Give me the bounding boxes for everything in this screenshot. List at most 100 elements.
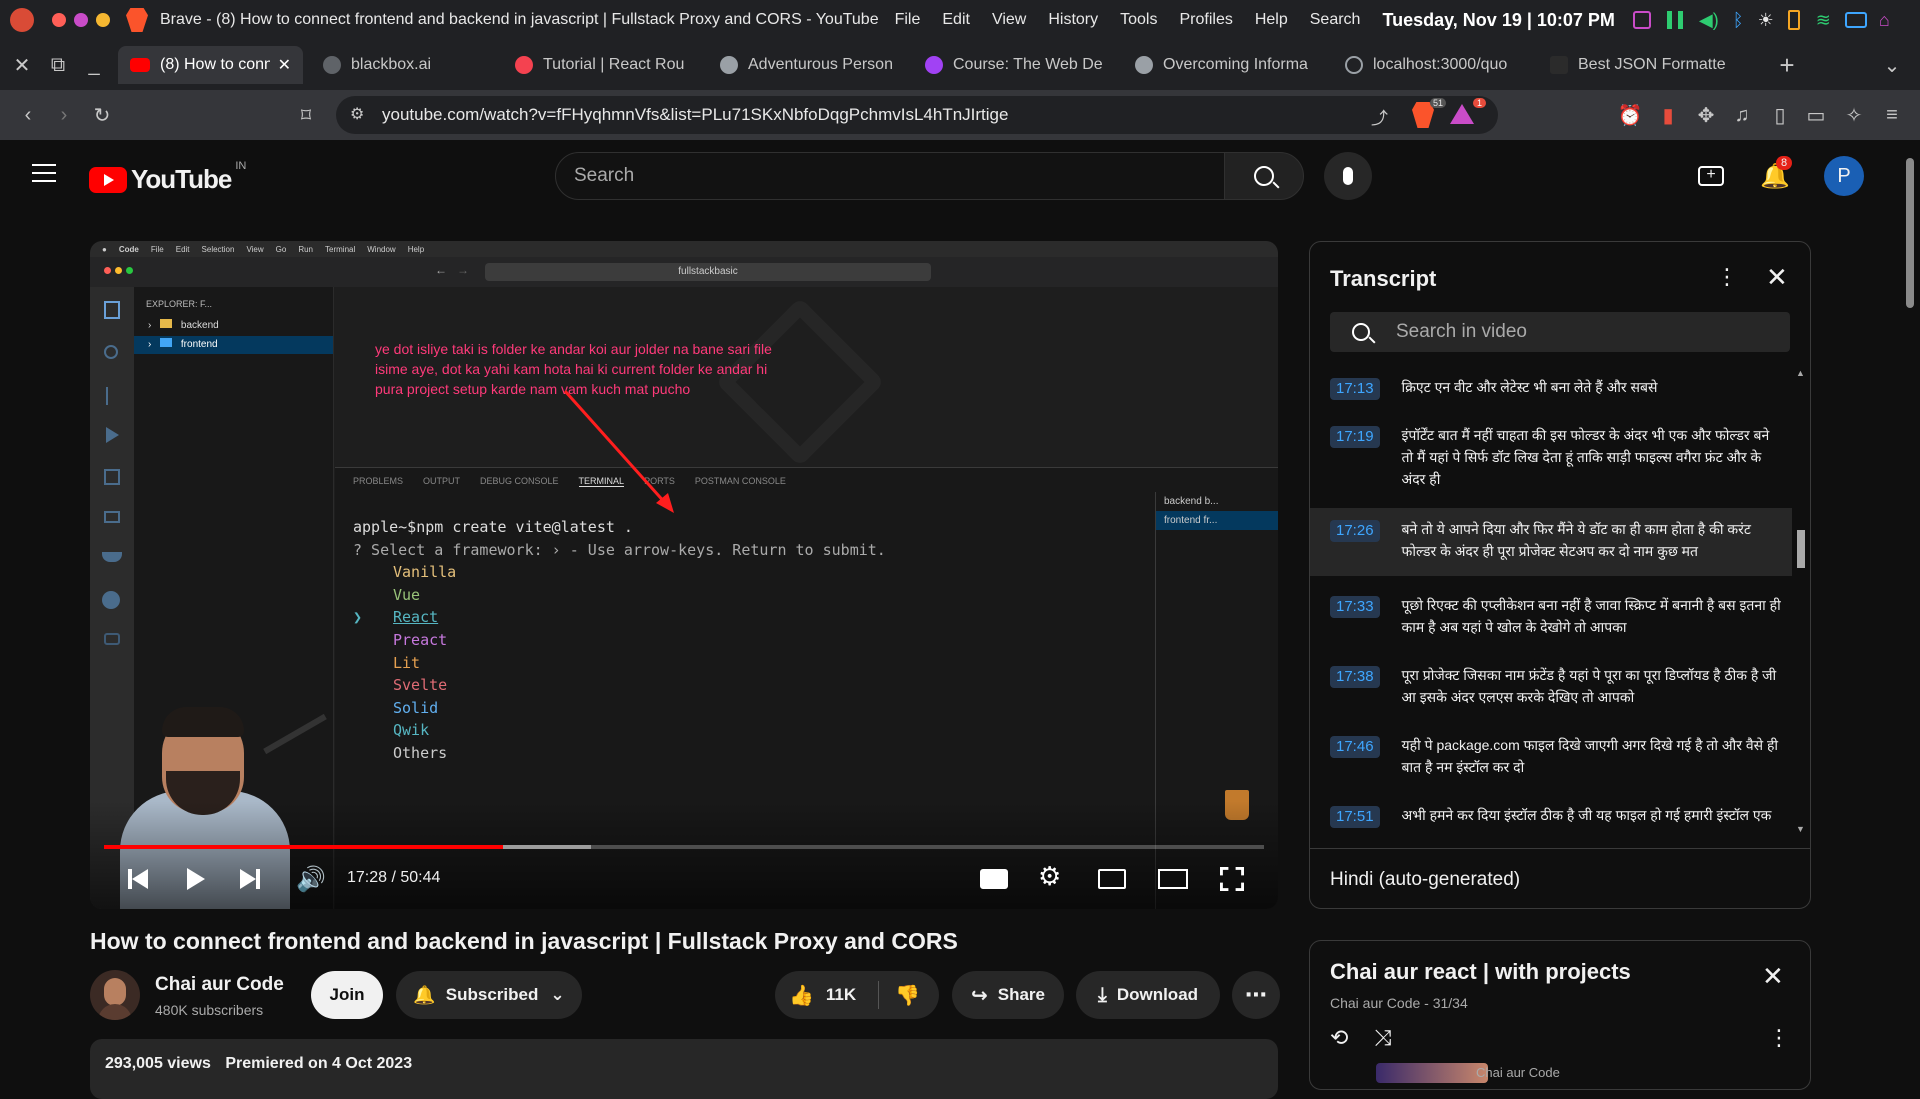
channel-name[interactable]: Chai aur Code — [155, 974, 284, 996]
close-icon[interactable]: ✕ — [1762, 961, 1784, 992]
site-info-icon[interactable]: ⚙ — [350, 104, 364, 124]
scroll-up-arrow-icon[interactable]: ▲ — [1796, 368, 1805, 378]
tab-close-icon[interactable]: ✕ — [278, 55, 291, 75]
window-close-dot[interactable] — [52, 13, 66, 27]
volume-icon[interactable]: 🔊 — [296, 865, 326, 894]
description-box[interactable]: 293,005 views Premiered on 4 Oct 2023 — [90, 1039, 1278, 1099]
kebab-menu-icon[interactable]: ⋮ — [1768, 1025, 1790, 1051]
url-text[interactable]: youtube.com/watch?v=fFHyqhmnVfs&list=PLu… — [382, 105, 1008, 125]
subscribed-button[interactable]: 🔔 Subscribed ⌄ — [396, 971, 582, 1019]
transcript-search-input[interactable]: Search in video — [1330, 312, 1790, 352]
youtube-logo[interactable]: YouTube IN — [89, 160, 246, 195]
scrollbar-thumb[interactable] — [1906, 158, 1914, 308]
download-button[interactable]: ⤓ Download — [1076, 971, 1220, 1019]
loop-icon[interactable]: ⟲ — [1330, 1025, 1348, 1051]
alarm-extension-icon[interactable]: ⏰ — [1612, 97, 1648, 133]
tab-overcoming[interactable]: Overcoming Informa — [1123, 46, 1333, 84]
create-video-icon[interactable]: + — [1698, 166, 1724, 186]
transcript-segment[interactable]: 17:33 पूछो रिएक्ट की एप्लीकेशन बना नहीं … — [1310, 594, 1790, 638]
address-bar[interactable]: ⚙ youtube.com/watch?v=fFHyqhmnVfs&list=P… — [336, 96, 1498, 134]
progress-bar[interactable] — [104, 845, 1264, 849]
tab-json[interactable]: Best JSON Formatte — [1538, 46, 1763, 84]
tab-blackbox[interactable]: blackbox.ai — [303, 46, 503, 84]
menu-history[interactable]: History — [1048, 11, 1098, 29]
minimize-icon[interactable]: _ — [76, 47, 112, 83]
transcript-segment[interactable]: 17:51 अभी हमने कर दिया इंस्टॉल ठीक है जी… — [1310, 804, 1790, 828]
close-icon[interactable]: ✕ — [1766, 262, 1788, 293]
close-window-icon[interactable]: ✕ — [4, 47, 40, 83]
tray-calendar-icon[interactable] — [1632, 11, 1651, 29]
tray-screen-icon[interactable] — [1844, 12, 1867, 28]
wallet-icon[interactable]: ▭ — [1798, 97, 1834, 133]
menu-tools[interactable]: Tools — [1120, 11, 1157, 29]
tray-extra-icon[interactable]: ⌂ — [1879, 10, 1890, 31]
search-input[interactable]: Search — [555, 152, 1226, 200]
next-icon-bar[interactable] — [256, 869, 260, 889]
transcript-scrollbar-thumb[interactable] — [1797, 530, 1805, 568]
miniplayer-icon[interactable] — [1098, 869, 1126, 889]
transcript-segment[interactable]: 17:19 इंपॉर्टेंट बात मैं नहीं चाहता की इ… — [1310, 424, 1790, 490]
new-tab-icon[interactable]: + — [1769, 47, 1805, 83]
tray-pause-icon[interactable] — [1666, 11, 1683, 29]
transcript-language[interactable]: Hindi (auto-generated) — [1330, 869, 1520, 890]
scroll-down-arrow-icon[interactable]: ▼ — [1796, 824, 1805, 834]
page-scrollbar[interactable] — [1905, 150, 1915, 1080]
hamburger-menu-icon[interactable] — [32, 164, 56, 182]
join-button[interactable]: Join — [311, 971, 383, 1019]
channel-avatar[interactable] — [90, 970, 140, 1020]
transcript-segment-active[interactable]: 17:26 बने तो ये आपने दिया और फिर मैंने य… — [1310, 508, 1792, 576]
window-zoom-dot[interactable] — [96, 13, 110, 27]
kebab-menu-icon[interactable]: ⋮ — [1716, 264, 1738, 290]
settings-gear-icon[interactable]: ⚙ — [1038, 861, 1061, 892]
tab-course[interactable]: Course: The Web De — [913, 46, 1123, 84]
tab-react-router[interactable]: Tutorial | React Rou — [503, 46, 708, 84]
transcript-segment[interactable]: 17:13 क्रिएट एन वीट और लेटेस्ट भी बना ले… — [1310, 376, 1790, 400]
shuffle-icon[interactable]: ⤨ — [1374, 1025, 1392, 1051]
window-minimize-dot[interactable] — [74, 13, 88, 27]
sidebar-icon[interactable]: ▯ — [1762, 97, 1798, 133]
playlist-next-thumbnail[interactable] — [1376, 1063, 1488, 1083]
red-extension-icon[interactable]: ▮ — [1650, 97, 1686, 133]
app-logo-icon[interactable] — [10, 8, 34, 32]
forward-icon[interactable]: › — [46, 97, 82, 133]
transcript-scrollbar[interactable]: ▲ ▼ — [1796, 368, 1806, 838]
tray-brightness-icon[interactable]: ☀ — [1758, 10, 1774, 31]
menu-profiles[interactable]: Profiles — [1179, 11, 1232, 29]
menu-view[interactable]: View — [992, 11, 1026, 29]
brave-rewards-icon[interactable] — [1450, 104, 1474, 124]
transcript-segment[interactable]: 17:46 यही पे package.com फाइल दिखे जाएगी… — [1310, 734, 1790, 778]
tab-localhost[interactable]: localhost:3000/quo — [1333, 46, 1538, 84]
menu-help[interactable]: Help — [1255, 11, 1288, 29]
theater-mode-icon[interactable] — [1158, 869, 1188, 889]
tray-battery-icon[interactable] — [1787, 10, 1800, 30]
playlist-title[interactable]: Chai aur react | with projects — [1330, 959, 1631, 985]
dislike-button[interactable]: 👎 — [895, 983, 920, 1008]
menu-file[interactable]: File — [895, 11, 921, 29]
bookmark-icon[interactable]: ⌑ — [288, 97, 324, 133]
menu-edit[interactable]: Edit — [942, 11, 970, 29]
play-icon[interactable] — [187, 868, 205, 890]
puzzle-extension-icon[interactable]: ✥ — [1688, 97, 1724, 133]
account-avatar[interactable]: P — [1824, 156, 1864, 196]
share-icon[interactable]: ⤴ — [1371, 104, 1388, 129]
video-player[interactable]: ● Code File Edit Selection View Go Run T… — [90, 241, 1278, 909]
voice-search-button[interactable] — [1324, 152, 1372, 200]
next-icon[interactable] — [240, 869, 256, 889]
tab-list-chevron-icon[interactable]: ⌄ — [1874, 47, 1910, 83]
media-icon[interactable]: ♫ — [1724, 97, 1760, 133]
tab-youtube[interactable]: (8) How to conn ✕ — [118, 46, 303, 84]
subtitles-icon[interactable] — [980, 869, 1008, 889]
main-menu-icon[interactable]: ≡ — [1874, 97, 1910, 133]
tray-volume-icon[interactable]: ◀) — [1699, 10, 1719, 31]
leo-ai-icon[interactable]: ✧ — [1836, 97, 1872, 133]
more-actions-button[interactable]: ⋯ — [1232, 971, 1280, 1019]
share-button[interactable]: ↪ Share — [952, 971, 1064, 1019]
clock-datetime[interactable]: Tuesday, Nov 19 | 10:07 PM — [1382, 10, 1614, 31]
like-button[interactable]: 👍 11K — [789, 983, 856, 1008]
transcript-segment[interactable]: 17:38 पूरा प्रोजेक्ट जिसका नाम फ्रंटेंड … — [1310, 664, 1790, 708]
tab-adventurous[interactable]: Adventurous Person — [708, 46, 913, 84]
reload-icon[interactable]: ↻ — [84, 97, 120, 133]
tray-bluetooth-icon[interactable]: ᛒ — [1733, 10, 1744, 31]
menu-search[interactable]: Search — [1310, 11, 1361, 29]
tray-wifi-icon[interactable]: ≋ — [1816, 10, 1831, 31]
